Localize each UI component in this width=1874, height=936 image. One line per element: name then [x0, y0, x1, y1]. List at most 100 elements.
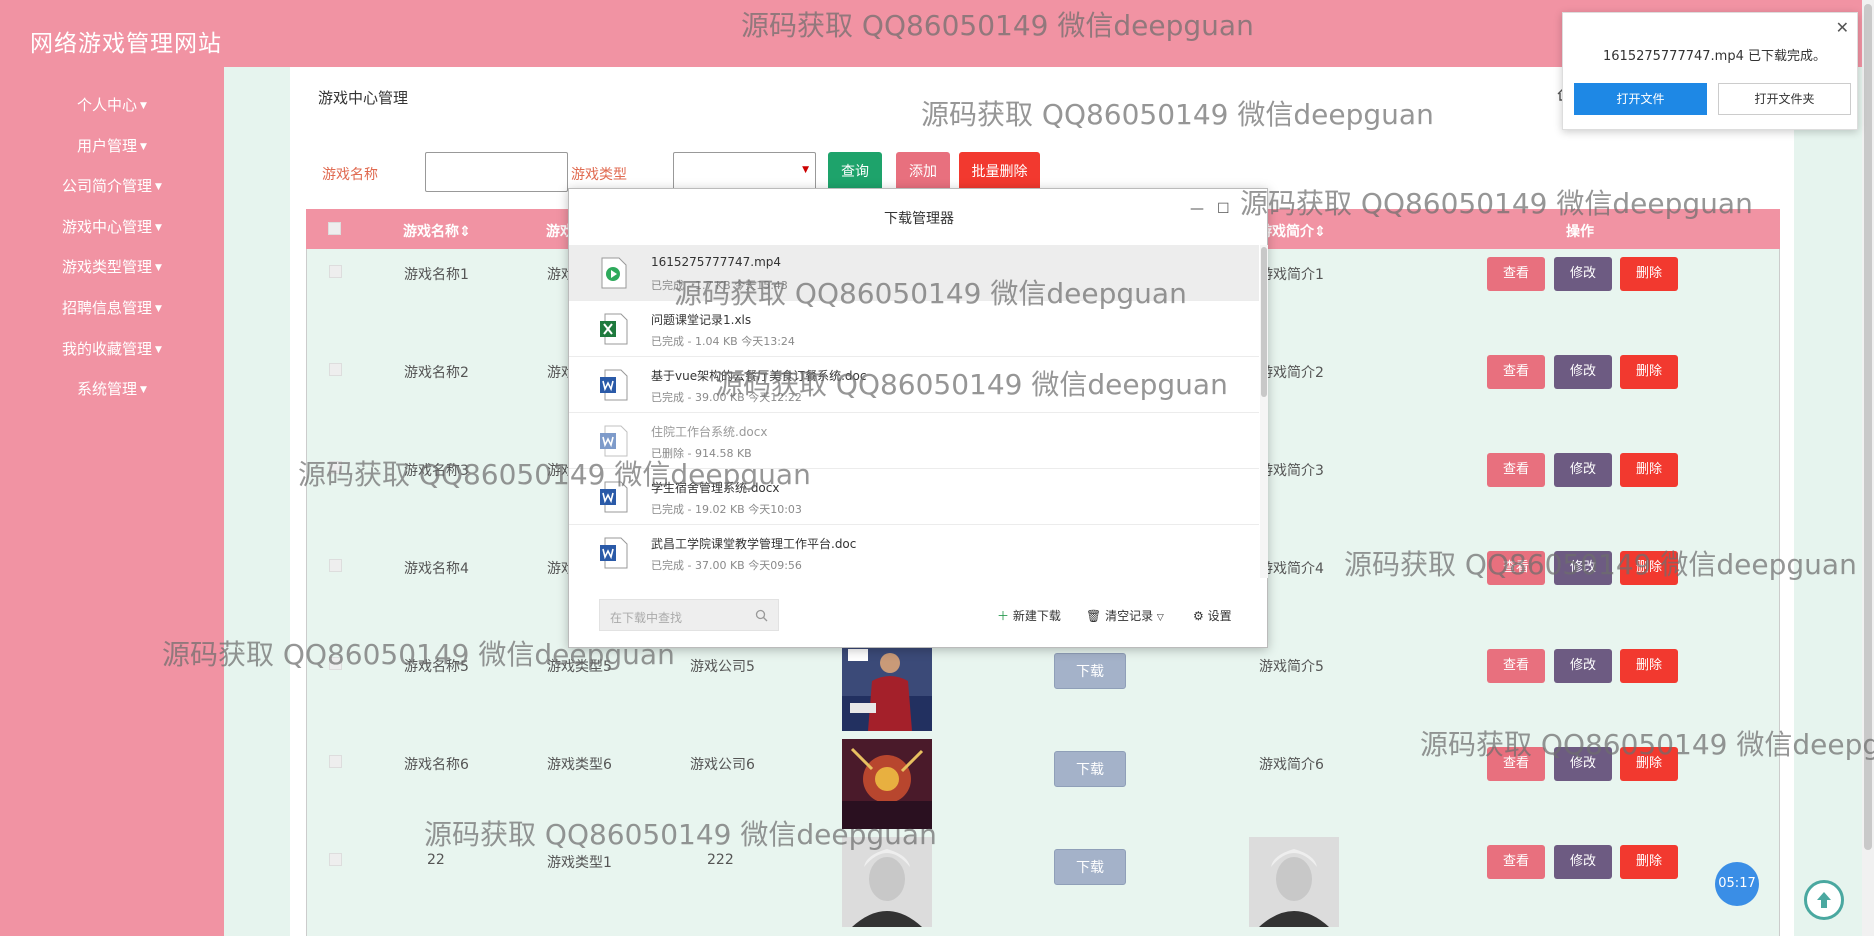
sidebar-item-system[interactable]: 系统管理 ▼: [0, 378, 224, 399]
game-intro: 游戏简介3: [1259, 463, 1324, 479]
excel-file-icon: [600, 313, 628, 345]
add-button[interactable]: 添加: [896, 152, 950, 192]
word-file-icon: [600, 481, 628, 513]
download-item[interactable]: 住院工作台系统.docx 已删除 - 914.58 KB: [569, 413, 1259, 469]
view-button[interactable]: 查看: [1487, 453, 1545, 487]
back-to-top-button[interactable]: [1804, 880, 1844, 920]
game-type: 游戏类型1: [547, 855, 612, 871]
query-button[interactable]: 查询: [828, 152, 882, 192]
edit-button[interactable]: 修改: [1554, 453, 1612, 487]
select-all-checkbox[interactable]: [328, 222, 341, 235]
download-button[interactable]: 下载: [1054, 751, 1126, 787]
game-type-select[interactable]: ▼: [673, 152, 816, 192]
download-button[interactable]: 下载: [1054, 849, 1126, 885]
edit-button[interactable]: 修改: [1554, 649, 1612, 683]
sidebar-item-users[interactable]: 用户管理 ▼: [0, 135, 224, 156]
sidebar-item-game-center[interactable]: 游戏中心管理 ▼: [0, 216, 224, 237]
sidebar-item-label: 游戏中心管理: [62, 218, 153, 236]
download-list: 1615275777747.mp4 已完成 - 1.7 KB 今天15:43 问…: [569, 245, 1259, 578]
game-name: 游戏名称4: [404, 561, 469, 577]
edit-button[interactable]: 修改: [1554, 551, 1612, 585]
download-item-meta: 已完成 - 39.00 KB 今天12:22: [651, 391, 802, 404]
caret-down-icon: ▼: [155, 223, 162, 233]
sidebar-item-favorites[interactable]: 我的收藏管理 ▼: [0, 338, 224, 359]
download-item[interactable]: 学生宿舍管理系统.docx 已完成 - 19.02 KB 今天10:03: [569, 469, 1259, 525]
plus-icon: ＋: [997, 609, 1010, 623]
edit-button[interactable]: 修改: [1554, 257, 1612, 291]
table-row: 游戏名称5 游戏类型5 游戏公司5 下载 游戏简介5 查看 修改 删除: [307, 641, 1781, 739]
sidebar-item-label: 游戏类型管理: [62, 258, 153, 276]
row-checkbox[interactable]: [329, 363, 342, 376]
chevron-down-icon: ▽: [1156, 613, 1164, 623]
delete-button[interactable]: 删除: [1620, 257, 1678, 291]
row-checkbox[interactable]: [329, 265, 342, 278]
download-button[interactable]: 下载: [1054, 653, 1126, 689]
clock-badge: 05:17: [1715, 862, 1759, 906]
delete-button[interactable]: 删除: [1620, 355, 1678, 389]
game-company: 222: [707, 852, 734, 868]
download-search-input[interactable]: 在下载中查找: [599, 599, 779, 631]
view-button[interactable]: 查看: [1487, 551, 1545, 585]
close-icon[interactable]: ✕: [1836, 18, 1849, 37]
row-checkbox[interactable]: [329, 853, 342, 866]
page-title: 游戏中心管理: [318, 89, 409, 107]
delete-button[interactable]: 删除: [1620, 747, 1678, 781]
row-checkbox[interactable]: [329, 755, 342, 768]
delete-button[interactable]: 删除: [1620, 649, 1678, 683]
view-button[interactable]: 查看: [1487, 355, 1545, 389]
trash-icon: 🗑: [1086, 609, 1102, 623]
open-file-button[interactable]: 打开文件: [1574, 83, 1707, 115]
row-checkbox[interactable]: [329, 559, 342, 572]
settings-button[interactable]: ⚙ 设置: [1193, 607, 1232, 624]
minimize-icon[interactable]: —: [1190, 201, 1204, 217]
col-header-name[interactable]: 游戏名称⇕: [403, 221, 471, 241]
game-company: 游戏公司5: [690, 659, 755, 675]
edit-button[interactable]: 修改: [1554, 747, 1612, 781]
edit-button[interactable]: 修改: [1554, 355, 1612, 389]
game-intro: 游戏简介5: [1259, 659, 1324, 675]
download-item-meta: 已完成 - 1.7 KB 今天15:43: [651, 279, 788, 292]
delete-button[interactable]: 删除: [1620, 551, 1678, 585]
download-item-name: 问题课堂记录1.xls: [651, 313, 752, 327]
caret-down-icon: ▼: [155, 304, 162, 314]
view-button[interactable]: 查看: [1487, 747, 1545, 781]
sidebar-item-company[interactable]: 公司简介管理 ▼: [0, 175, 224, 196]
clear-records-button[interactable]: 🗑 清空记录 ▽: [1086, 607, 1164, 624]
download-item-meta: 已完成 - 19.02 KB 今天10:03: [651, 503, 802, 516]
view-button[interactable]: 查看: [1487, 845, 1545, 879]
game-name: 游戏名称1: [404, 267, 469, 283]
sort-icon: ⇕: [459, 224, 471, 240]
download-item-meta: 已删除 - 914.58 KB: [651, 447, 752, 460]
download-item[interactable]: 问题课堂记录1.xls 已完成 - 1.04 KB 今天13:24: [569, 301, 1259, 357]
sidebar-item-game-type[interactable]: 游戏类型管理 ▼: [0, 256, 224, 277]
download-item[interactable]: 1615275777747.mp4 已完成 - 1.7 KB 今天15:43: [569, 245, 1259, 301]
download-item[interactable]: 基于vue架构的云餐厅美食订餐系统.doc 已完成 - 39.00 KB 今天1…: [569, 357, 1259, 413]
view-button[interactable]: 查看: [1487, 649, 1545, 683]
download-complete-popup: ✕ 1615275777747.mp4 已下载完成。 打开文件 打开文件夹: [1562, 12, 1858, 130]
row-checkbox[interactable]: [329, 461, 342, 474]
batch-delete-button[interactable]: 批量删除: [959, 152, 1040, 192]
maximize-icon[interactable]: ☐: [1217, 201, 1230, 217]
download-list-scrollbar-thumb[interactable]: [1261, 247, 1267, 397]
game-name-input[interactable]: [425, 152, 568, 192]
caret-down-icon: ▼: [155, 345, 162, 355]
word-file-icon: [600, 537, 628, 569]
delete-button[interactable]: 删除: [1620, 845, 1678, 879]
new-download-button[interactable]: ＋ 新建下载: [997, 607, 1061, 624]
download-item-meta: 已完成 - 37.00 KB 今天09:56: [651, 559, 802, 572]
sidebar-item-recruitment[interactable]: 招聘信息管理 ▼: [0, 297, 224, 318]
view-button[interactable]: 查看: [1487, 257, 1545, 291]
row-checkbox[interactable]: [329, 657, 342, 670]
game-intro: 游戏简介6: [1259, 757, 1324, 773]
edit-button[interactable]: 修改: [1554, 845, 1612, 879]
open-folder-button[interactable]: 打开文件夹: [1718, 83, 1851, 115]
sidebar-item-label: 系统管理: [77, 380, 138, 398]
game-name: 游戏名称5: [404, 659, 469, 675]
download-item[interactable]: 武昌工学院课堂教学管理工作平台.doc 已完成 - 37.00 KB 今天09:…: [569, 525, 1259, 578]
delete-button[interactable]: 删除: [1620, 453, 1678, 487]
game-cover-fantasy-image: [842, 739, 932, 829]
game-type-label: 游戏类型: [571, 167, 627, 183]
sidebar-item-personal-center[interactable]: 个人中心 ▼: [0, 94, 224, 115]
page-scrollbar-thumb[interactable]: [1864, 4, 1872, 850]
caret-down-icon: ▼: [140, 385, 147, 395]
